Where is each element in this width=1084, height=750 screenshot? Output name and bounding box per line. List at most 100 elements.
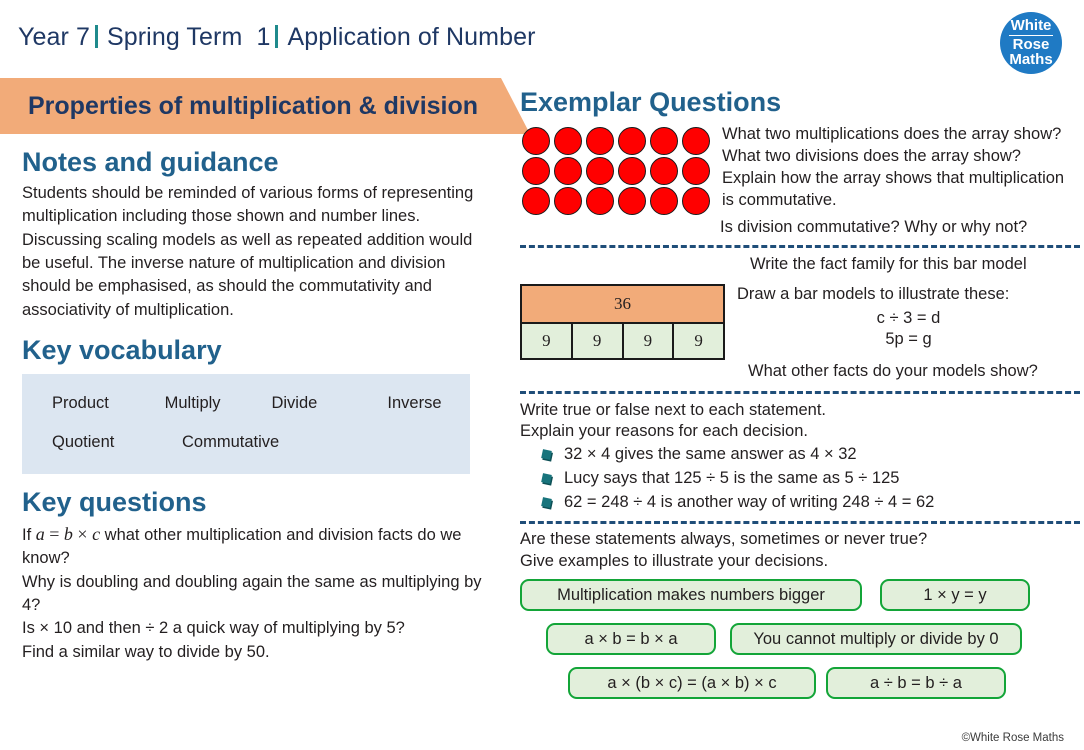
bar-model-part: 9 xyxy=(623,323,675,358)
vocabulary-heading: Key vocabulary xyxy=(22,335,222,366)
bar-model-prompt-2: Draw a bar models to illustrate these: xyxy=(737,284,1010,303)
array-dot-icon xyxy=(554,186,582,215)
array-row xyxy=(520,186,712,216)
vocabulary-row: Quotient Commutative xyxy=(22,417,470,456)
breadcrumb-header: Year 7 Spring Term 1 Application of Numb… xyxy=(18,22,536,52)
statement-chip[interactable]: a × b = b × a xyxy=(546,623,716,656)
statement-chip[interactable]: Multiplication makes numbers bigger xyxy=(520,579,862,612)
bar-model-instructions: Draw a bar models to illustrate these: c… xyxy=(737,284,1080,352)
header-separator-icon xyxy=(94,25,98,48)
kq1-var-b: b xyxy=(63,523,73,544)
section-divider xyxy=(520,390,1080,394)
kq1-times: × xyxy=(72,523,93,544)
array-dot-icon xyxy=(682,156,710,185)
array-dot-icon xyxy=(650,156,678,185)
logo-line-3: Maths xyxy=(1009,51,1053,69)
key-question-2: Why is doubling and doubling again the s… xyxy=(22,572,482,614)
array-row xyxy=(520,126,712,156)
key-questions-heading: Key questions xyxy=(22,486,207,517)
bar-model-diagram: 36 9 9 9 9 xyxy=(520,283,725,360)
array-dot-icon xyxy=(554,156,582,185)
always-sometimes-never-block: Are these statements always, sometimes o… xyxy=(520,529,1080,707)
array-question-line: What two multiplications does the array … xyxy=(722,124,1062,143)
true-false-list: 32 × 4 gives the same answer as 4 × 32 L… xyxy=(520,443,1080,515)
array-dot-icon xyxy=(682,186,710,215)
key-questions-list: If a = b × c what other multiplication a… xyxy=(22,522,484,665)
list-item: 62 = 248 ÷ 4 is another way of writing 2… xyxy=(520,491,1080,515)
notes-heading: Notes and guidance xyxy=(22,147,279,177)
vocabulary-term: Inverse xyxy=(387,393,442,412)
header-term: Spring Term 1 xyxy=(106,23,271,51)
header-topic: Application of Number xyxy=(287,23,536,51)
array-question-line: Explain how the array shows that multipl… xyxy=(722,168,1065,209)
array-dot-icon xyxy=(522,186,550,215)
statement-chip[interactable]: a ÷ b = b ÷ a xyxy=(826,667,1006,700)
statement-chip[interactable]: You cannot multiply or divide by 0 xyxy=(730,623,1022,656)
notes-text: Students should be reminded of various f… xyxy=(22,183,474,319)
true-false-line-2: Explain your reasons for each decision. xyxy=(520,422,808,441)
logo-line-1: White xyxy=(1010,17,1052,35)
vocabulary-term: Divide xyxy=(271,393,318,412)
kq1-var-a: a xyxy=(35,523,45,544)
true-false-item-text: Lucy says that 125 ÷ 5 is the same as 5 … xyxy=(564,469,900,488)
vocabulary-term: Multiply xyxy=(164,393,221,412)
array-question-text: What two multiplications does the array … xyxy=(722,124,1080,212)
array-dot-icon xyxy=(650,126,678,155)
key-question-3: Is × 10 and then ÷ 2 a quick way of mult… xyxy=(22,619,405,638)
header-separator-icon xyxy=(275,25,279,48)
asn-line-1: Are these statements always, sometimes o… xyxy=(520,530,928,549)
section-divider xyxy=(520,521,1080,525)
lesson-title: Properties of multiplication & division xyxy=(28,92,479,120)
kq1-prefix: If xyxy=(22,525,36,544)
true-false-block: Write true or false next to each stateme… xyxy=(520,400,1080,516)
array-dot-icon xyxy=(586,186,614,215)
array-dot-icon xyxy=(586,156,614,185)
true-false-item-text: 62 = 248 ÷ 4 is another way of writing 2… xyxy=(564,493,935,512)
bar-model-question-block: Write the fact family for this bar model… xyxy=(520,254,1080,383)
array-dot-icon xyxy=(522,156,550,185)
asn-line-2: Give examples to illustrate your decisio… xyxy=(520,552,829,571)
section-divider xyxy=(520,244,1080,248)
statement-chip[interactable]: a × (b × c) = (a × b) × c xyxy=(568,667,816,700)
logo-line-2: Rose xyxy=(1012,35,1050,53)
list-item: Lucy says that 125 ÷ 5 is the same as 5 … xyxy=(520,467,1080,491)
statement-chip-group: Multiplication makes numbers bigger 1 × … xyxy=(520,579,1080,707)
vocabulary-term: Quotient xyxy=(52,432,115,451)
bar-model-expression-1: c ÷ 3 = d xyxy=(876,308,941,327)
array-question-block: What two multiplications does the array … xyxy=(520,124,1080,216)
dot-array-diagram xyxy=(520,124,712,216)
array-dot-icon xyxy=(618,126,646,155)
right-column: Exemplar Questions What two multiplicati… xyxy=(520,87,1080,707)
bar-model-prompt-1: Write the fact family for this bar model xyxy=(750,254,1027,273)
array-row xyxy=(520,156,712,186)
array-dot-icon xyxy=(618,156,646,185)
array-question-line: Is division commutative? Why or why not? xyxy=(720,217,1028,236)
kq1-equals: = xyxy=(44,523,64,544)
diamond-bullet-icon xyxy=(541,473,552,485)
bar-model-whole: 36 xyxy=(522,285,723,324)
bar-model-part: 9 xyxy=(522,323,573,358)
array-dot-icon xyxy=(522,126,550,155)
kq1-var-c: c xyxy=(92,523,101,544)
true-false-line-1: Write true or false next to each stateme… xyxy=(520,400,827,419)
worksheet-page: Year 7 Spring Term 1 Application of Numb… xyxy=(0,0,1084,750)
key-questions-block: Key questions If a = b × c what other mu… xyxy=(22,486,484,665)
exemplar-heading: Exemplar Questions xyxy=(520,87,782,117)
list-item: 32 × 4 gives the same answer as 4 × 32 xyxy=(520,443,1080,467)
array-dot-icon xyxy=(682,126,710,155)
header-year: Year 7 xyxy=(18,23,90,51)
vocabulary-box: Product Multiply Divide Inverse Quotient… xyxy=(22,373,470,474)
bar-model-expression-2: 5p = g xyxy=(885,330,932,349)
bar-model-part: 9 xyxy=(674,323,723,358)
statement-chip[interactable]: 1 × y = y xyxy=(880,579,1030,612)
copyright-footer: ©White Rose Maths xyxy=(961,732,1064,744)
bar-model-prompt-3: What other facts do your models show? xyxy=(748,361,1038,380)
diamond-bullet-icon xyxy=(541,449,552,461)
vocabulary-row: Product Multiply Divide Inverse xyxy=(22,390,470,417)
key-question-1: If a = b × c what other multiplication a… xyxy=(22,522,484,571)
left-column: Notes and guidance Students should be re… xyxy=(22,147,484,665)
array-dot-icon xyxy=(618,186,646,215)
diamond-bullet-icon xyxy=(541,497,552,509)
array-dot-icon xyxy=(650,186,678,215)
array-dot-icon xyxy=(586,126,614,155)
